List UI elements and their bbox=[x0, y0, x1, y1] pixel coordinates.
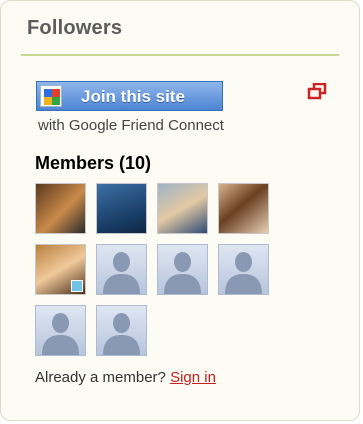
already-member-text: Already a member? bbox=[35, 369, 166, 386]
sign-in-link[interactable]: Sign in bbox=[170, 369, 216, 386]
member-avatar-default[interactable] bbox=[35, 305, 86, 356]
default-avatar-icon bbox=[103, 252, 140, 294]
member-avatar-default[interactable] bbox=[157, 244, 208, 295]
member-avatar[interactable] bbox=[96, 183, 147, 234]
title-divider bbox=[21, 54, 339, 56]
default-avatar-icon bbox=[42, 313, 79, 355]
default-avatar-icon bbox=[164, 252, 201, 294]
member-avatar[interactable] bbox=[35, 183, 86, 234]
member-avatar[interactable] bbox=[218, 183, 269, 234]
member-avatar-default[interactable] bbox=[96, 244, 147, 295]
members-heading: Members (10) bbox=[35, 153, 152, 173]
google-friend-connect-icon bbox=[40, 85, 62, 107]
join-this-site-button[interactable]: Join this site bbox=[36, 81, 223, 111]
already-member-line: Already a member? Sign in bbox=[35, 369, 216, 386]
widget-title: Followers bbox=[27, 17, 123, 39]
default-avatar-icon bbox=[103, 313, 140, 355]
join-button-label: Join this site bbox=[81, 87, 185, 106]
followers-widget: Followers Join this site with Google Fri… bbox=[0, 0, 360, 421]
member-avatar[interactable] bbox=[157, 183, 208, 234]
member-avatar[interactable] bbox=[35, 244, 86, 295]
gfc-caption: with Google Friend Connect bbox=[38, 117, 224, 134]
member-avatar-default[interactable] bbox=[218, 244, 269, 295]
network-badge-icon bbox=[71, 280, 83, 292]
popout-window-icon[interactable] bbox=[307, 83, 327, 101]
default-avatar-icon bbox=[225, 252, 262, 294]
member-avatar-default[interactable] bbox=[96, 305, 147, 356]
